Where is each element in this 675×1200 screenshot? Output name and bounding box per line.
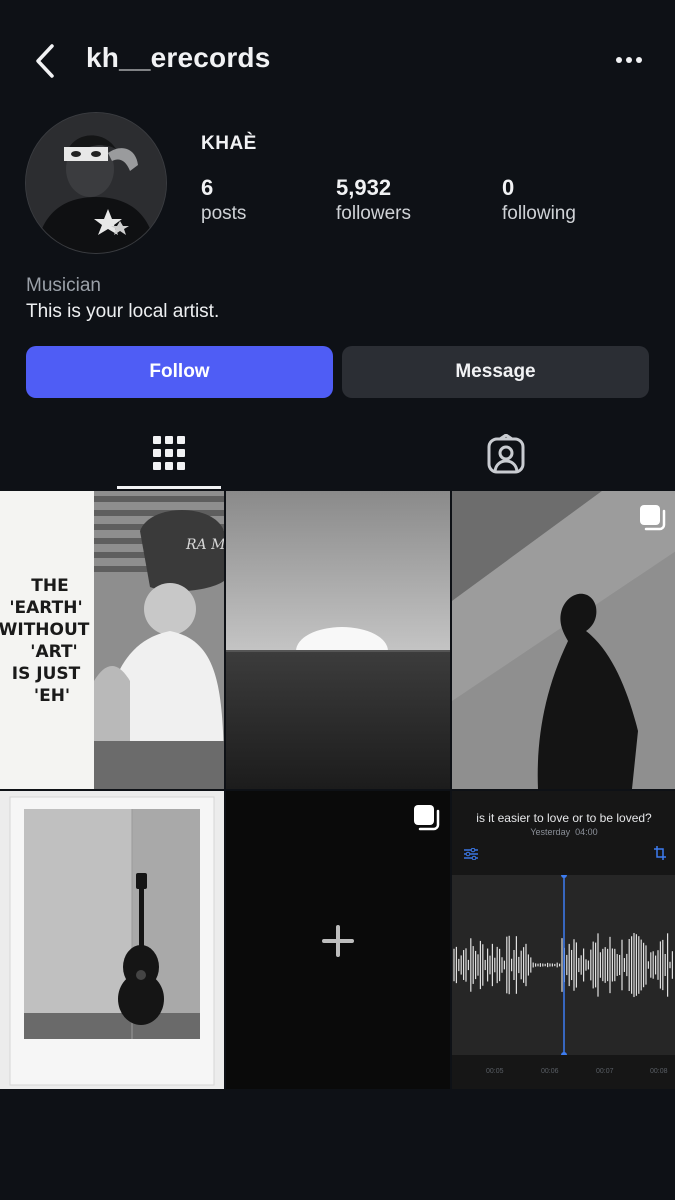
quote-line: WITHOUT [0,620,90,640]
sliders-icon [464,848,478,860]
plus-icon [322,925,354,957]
tab-posts-grid[interactable] [117,422,221,490]
audio-waveform [453,875,673,1055]
multiple-posts-icon [414,805,440,831]
profile-bio: This is your local artist. [26,301,220,322]
timeline-label: 00:06 [541,1068,559,1075]
quote-line: 'ART' [30,642,78,662]
profile-category: Musician [26,275,101,296]
quote-line: 'EARTH' [9,598,82,618]
avatar-photo [26,113,166,253]
post-thumbnail[interactable]: is it easier to love or to be loved? Yes… [452,791,675,1089]
stat-followers[interactable]: 5,932 followers [336,175,411,227]
posts-grid: RA MN THE 'EARTH' WITHOUT 'ART' IS JUST … [0,491,675,1089]
tab-tagged[interactable] [454,422,558,490]
cap-text: RA MN [185,537,224,553]
post-image-art-quote: RA MN THE 'EARTH' WITHOUT 'ART' IS JUST … [0,491,224,789]
post-thumbnail[interactable] [0,791,224,1089]
crop-icon [654,846,666,860]
posts-count: 6 [201,175,214,200]
timeline-label: 00:08 [650,1068,668,1075]
voice-memo-duration: 04:00 [575,827,598,837]
post-thumbnail[interactable] [226,491,450,789]
stat-following[interactable]: 0 following [502,175,576,227]
timeline-label: 00:07 [596,1068,614,1075]
profile-header: kh__erecords [0,0,675,120]
quote-line: THE [31,576,68,596]
posts-label: posts [201,203,247,224]
timeline-label: 00:05 [486,1068,504,1075]
post-image-guitar-polaroid [0,791,224,1089]
profile-username: kh__erecords [86,42,271,73]
grid-icon [153,436,185,470]
active-tab-indicator [117,486,221,489]
avatar[interactable] [26,113,166,253]
post-image-sea-sunset [226,491,450,789]
voice-memo-meta: Yesterday 04:00 [452,827,675,837]
stat-posts[interactable]: 6 posts [201,175,246,227]
voice-memo-date: Yesterday [530,827,571,837]
post-thumbnail[interactable]: RA MN THE 'EARTH' WITHOUT 'ART' IS JUST … [0,491,224,789]
more-horizontal-icon[interactable] [610,50,650,70]
quote-line: IS JUST [12,664,81,684]
voice-memo-title: is it easier to love or to be loved? [476,811,652,825]
following-label: following [502,203,576,224]
post-image-shadow [452,491,675,789]
display-name: KHAÈ [201,133,257,154]
post-thumbnail[interactable] [452,491,675,789]
following-count: 0 [502,175,515,200]
quote-line: 'EH' [34,686,70,706]
chevron-left-icon[interactable] [30,42,62,80]
message-button[interactable]: Message [342,346,649,398]
followers-count: 5,932 [336,175,392,200]
post-thumbnail[interactable] [226,791,450,1089]
multiple-posts-icon [640,505,666,531]
follow-button[interactable]: Follow [26,346,333,398]
followers-label: followers [336,203,411,224]
tagged-person-icon [487,434,525,474]
